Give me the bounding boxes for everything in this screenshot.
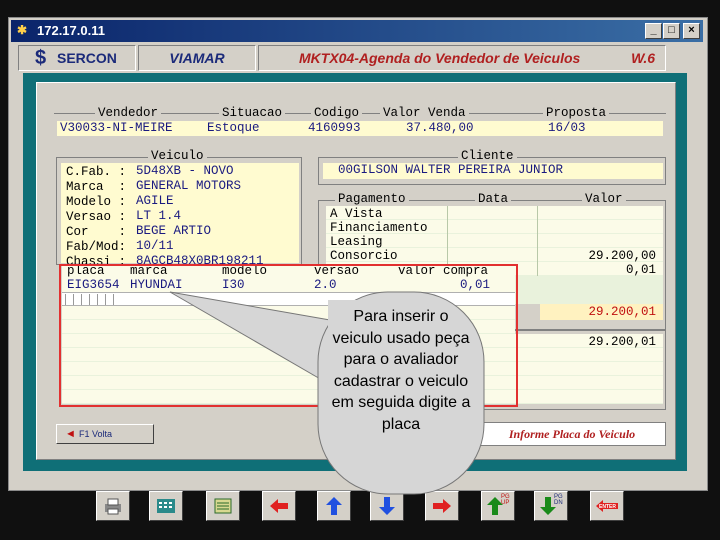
situacao-value[interactable]: Estoque: [207, 121, 260, 135]
enter-label: ENTER: [599, 504, 616, 510]
back-arrow-icon: ◄: [65, 428, 76, 440]
title-bar[interactable]: ✱ 172.17.0.11 _ □ ×: [11, 20, 703, 42]
pagamento-valores: 29.200,00 0,01: [540, 207, 656, 277]
page-down-label: PG DN: [554, 494, 563, 506]
pagamento-divider: [537, 206, 538, 276]
veiculo-row: Versao : LT 1.4: [66, 209, 181, 224]
informe-placa-hint: Informe Placa do Veiculo: [478, 422, 666, 446]
pagamento-row-valor: [540, 207, 656, 221]
valor-venda-value[interactable]: 37.480,00: [406, 121, 474, 135]
brand-name: SERCON: [57, 50, 117, 66]
minimize-button[interactable]: _: [645, 23, 662, 39]
proposta-value[interactable]: 16/03: [548, 121, 586, 135]
pagamento-row-valor: [540, 235, 656, 249]
pagamento-valor-label: Valor: [582, 192, 626, 206]
veiculo-row-value: LT 1.4: [136, 209, 182, 223]
module-title: MKTX04-Agenda do Vendedor de Veiculos W.…: [258, 45, 666, 71]
module-version: W.6: [631, 50, 655, 66]
pagamento-row-valor: [540, 221, 656, 235]
page-down-button[interactable]: PG DN: [534, 491, 568, 521]
valor-venda-label: Valor Venda: [380, 106, 469, 120]
veiculo-row-label: Modelo :: [66, 195, 127, 209]
pagamento-labels: A Vista Financiamento Leasing Consorcio: [330, 207, 428, 263]
cliente-title: Cliente: [458, 149, 517, 163]
situacao-label: Situacao: [219, 106, 286, 120]
voltar-label: F1 Volta: [79, 429, 113, 439]
veiculo-list: C.Fab. : 5D48XB - NOVO Marca : GENERAL MOT…: [66, 164, 264, 269]
company-name: VIAMAR: [138, 45, 256, 71]
veiculo-row-label: Cor :: [66, 225, 127, 239]
app-icon: ✱: [17, 23, 28, 37]
codigo-value[interactable]: 4160993: [308, 121, 361, 135]
veiculo-row-value: GENERAL MOTORS: [136, 179, 242, 193]
veiculo-row-value: AGILE: [136, 194, 174, 208]
veiculo-title: Veiculo: [148, 149, 207, 163]
saldo-value: 29.200,01: [588, 335, 656, 349]
veiculo-row: C.Fab. : 5D48XB - NOVO: [66, 164, 234, 179]
close-button[interactable]: ×: [683, 23, 700, 39]
brand-cell: $ SERCON: [18, 45, 136, 71]
pagamento-total: 29.200,01: [588, 305, 656, 319]
codigo-label: Codigo: [311, 106, 363, 120]
vendedor-label: Vendedor: [95, 106, 162, 120]
pagamento-data-label: Data: [475, 192, 512, 206]
pagamento-row-valor: 0,01: [625, 263, 656, 277]
page-up-label: PG UP: [501, 494, 510, 506]
printer-icon: [105, 498, 121, 515]
veiculo-row: Cor : BEGE ARTIO: [66, 224, 211, 239]
veiculo-row-label: Fab/Mod:: [66, 240, 127, 254]
window-title: 172.17.0.11: [37, 23, 105, 38]
veiculo-row: Modelo : AGILE: [66, 194, 174, 209]
print-button[interactable]: [96, 491, 130, 521]
pagamento-title: Pagamento: [335, 192, 409, 206]
veiculo-row-value: 10/11: [136, 239, 174, 253]
enter-button[interactable]: ENTER: [590, 491, 624, 521]
cliente-value: 00GILSON WALTER PEREIRA JUNIOR: [338, 163, 564, 177]
proposta-label: Proposta: [543, 106, 610, 120]
veiculo-row: Fab/Mod: 10/11: [66, 239, 174, 254]
veiculo-row-value: BEGE ARTIO: [136, 224, 212, 238]
module-name: MKTX04-Agenda do Vendedor de Veiculos: [299, 50, 581, 66]
veiculo-row-label: C.Fab. :: [66, 165, 127, 179]
app-header: $ SERCON VIAMAR MKTX04-Agenda do Vendedo…: [18, 45, 666, 71]
pagamento-row-label[interactable]: Leasing: [330, 235, 428, 249]
veiculo-row-label: Versao :: [66, 210, 127, 224]
maximize-button[interactable]: □: [663, 23, 680, 39]
veiculo-row-value: 5D48XB - NOVO: [136, 164, 234, 178]
pagamento-row-valor: 29.200,00: [588, 249, 656, 263]
voltar-button[interactable]: ◄ F1 Volta: [56, 424, 154, 444]
pagamento-row-label[interactable]: A Vista: [330, 207, 428, 221]
brand-logo-icon: $: [35, 47, 47, 69]
callout-text: Para inserir o veiculo usado peça para o…: [331, 308, 471, 433]
vendedor-value[interactable]: V30033-NI-MEIRE: [60, 121, 173, 135]
veiculo-row: Marca : GENERAL MOTORS: [66, 179, 241, 194]
pagamento-row-label[interactable]: Financiamento: [330, 221, 428, 235]
veiculo-row-label: Marca :: [66, 180, 127, 194]
